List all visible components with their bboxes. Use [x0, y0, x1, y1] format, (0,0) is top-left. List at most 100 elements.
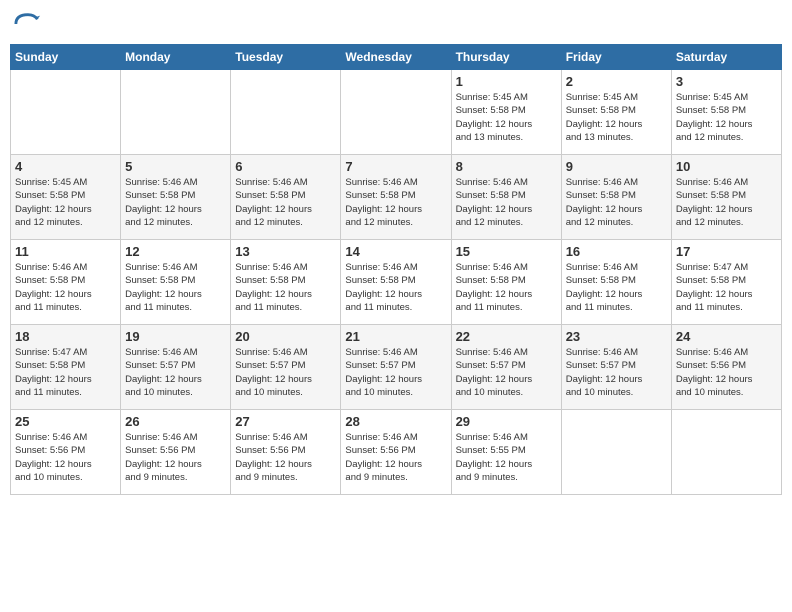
calendar-cell: 15 Sunrise: 5:46 AM Sunset: 5:58 PM Dayli…	[451, 240, 561, 325]
calendar-cell	[231, 70, 341, 155]
day-number: 10	[676, 159, 777, 174]
day-number: 29	[456, 414, 557, 429]
weekday-header-sunday: Sunday	[11, 45, 121, 70]
calendar-week-row: 4Sunrise: 5:45 AM Sunset: 5:58 PM Daylig…	[11, 155, 782, 240]
day-info: Sunrise: 5:46 AM Sunset: 5:58 PM Dayligh…	[456, 176, 557, 229]
calendar-cell: 4Sunrise: 5:45 AM Sunset: 5:58 PM Daylig…	[11, 155, 121, 240]
day-number: 2	[566, 74, 667, 89]
calendar-cell: 24 Sunrise: 5:46 AM Sunset: 5:56 PM Dayli…	[671, 325, 781, 410]
day-info: Sunrise: 5:46 AM Sunset: 5:58 PM Dayligh…	[456, 261, 557, 314]
calendar-cell: 6 Sunrise: 5:46 AM Sunset: 5:58 PM Daylig…	[231, 155, 341, 240]
day-info: Sunrise: 5:46 AM Sunset: 5:56 PM Dayligh…	[345, 431, 446, 484]
day-number: 16	[566, 244, 667, 259]
day-info: Sunrise: 5:46 AM Sunset: 5:56 PM Dayligh…	[676, 346, 777, 399]
logo	[14, 10, 44, 38]
day-number: 13	[235, 244, 336, 259]
day-number: 24	[676, 329, 777, 344]
calendar-cell: 1 Sunrise: 5:45 AM Sunset: 5:58 PM Daylig…	[451, 70, 561, 155]
day-info: Sunrise: 5:46 AM Sunset: 5:58 PM Dayligh…	[235, 261, 336, 314]
calendar-week-row: 25 Sunrise: 5:46 AM Sunset: 5:56 PM Dayli…	[11, 410, 782, 495]
calendar-cell: 18 Sunrise: 5:47 AM Sunset: 5:58 PM Dayli…	[11, 325, 121, 410]
day-number: 15	[456, 244, 557, 259]
day-number: 12	[125, 244, 226, 259]
day-info: Sunrise: 5:46 AM Sunset: 5:58 PM Dayligh…	[345, 261, 446, 314]
day-info: Sunrise: 5:46 AM Sunset: 5:58 PM Dayligh…	[125, 176, 226, 229]
day-info: Sunrise: 5:46 AM Sunset: 5:56 PM Dayligh…	[15, 431, 116, 484]
calendar-cell: 21Sunrise: 5:46 AM Sunset: 5:57 PM Dayli…	[341, 325, 451, 410]
calendar-cell: 19 Sunrise: 5:46 AM Sunset: 5:57 PM Dayli…	[121, 325, 231, 410]
day-info: Sunrise: 5:45 AM Sunset: 5:58 PM Dayligh…	[676, 91, 777, 144]
day-number: 22	[456, 329, 557, 344]
day-number: 25	[15, 414, 116, 429]
day-info: Sunrise: 5:47 AM Sunset: 5:58 PM Dayligh…	[15, 346, 116, 399]
day-number: 28	[345, 414, 446, 429]
day-info: Sunrise: 5:46 AM Sunset: 5:55 PM Dayligh…	[456, 431, 557, 484]
weekday-header-wednesday: Wednesday	[341, 45, 451, 70]
day-number: 6	[235, 159, 336, 174]
calendar-cell	[341, 70, 451, 155]
day-info: Sunrise: 5:46 AM Sunset: 5:57 PM Dayligh…	[566, 346, 667, 399]
day-info: Sunrise: 5:46 AM Sunset: 5:57 PM Dayligh…	[125, 346, 226, 399]
calendar-cell: 25 Sunrise: 5:46 AM Sunset: 5:56 PM Dayli…	[11, 410, 121, 495]
day-number: 27	[235, 414, 336, 429]
day-info: Sunrise: 5:46 AM Sunset: 5:58 PM Dayligh…	[125, 261, 226, 314]
calendar-cell: 10 Sunrise: 5:46 AM Sunset: 5:58 PM Dayli…	[671, 155, 781, 240]
calendar-week-row: 18 Sunrise: 5:47 AM Sunset: 5:58 PM Dayli…	[11, 325, 782, 410]
day-info: Sunrise: 5:46 AM Sunset: 5:58 PM Dayligh…	[345, 176, 446, 229]
calendar-table: SundayMondayTuesdayWednesdayThursdayFrid…	[10, 44, 782, 495]
day-number: 23	[566, 329, 667, 344]
day-number: 5	[125, 159, 226, 174]
day-number: 8	[456, 159, 557, 174]
day-number: 19	[125, 329, 226, 344]
calendar-cell: 22 Sunrise: 5:46 AM Sunset: 5:57 PM Dayli…	[451, 325, 561, 410]
page-header	[10, 10, 782, 38]
calendar-cell: 23 Sunrise: 5:46 AM Sunset: 5:57 PM Dayli…	[561, 325, 671, 410]
day-number: 18	[15, 329, 116, 344]
calendar-cell	[561, 410, 671, 495]
weekday-header-friday: Friday	[561, 45, 671, 70]
calendar-cell: 27 Sunrise: 5:46 AM Sunset: 5:56 PM Dayli…	[231, 410, 341, 495]
day-info: Sunrise: 5:46 AM Sunset: 5:58 PM Dayligh…	[566, 176, 667, 229]
calendar-cell: 16 Sunrise: 5:46 AM Sunset: 5:58 PM Dayli…	[561, 240, 671, 325]
day-number: 4	[15, 159, 116, 174]
calendar-cell	[11, 70, 121, 155]
calendar-cell: 11Sunrise: 5:46 AM Sunset: 5:58 PM Dayli…	[11, 240, 121, 325]
weekday-header-thursday: Thursday	[451, 45, 561, 70]
calendar-cell: 14 Sunrise: 5:46 AM Sunset: 5:58 PM Dayli…	[341, 240, 451, 325]
calendar-cell: 29 Sunrise: 5:46 AM Sunset: 5:55 PM Dayli…	[451, 410, 561, 495]
calendar-cell: 20Sunrise: 5:46 AM Sunset: 5:57 PM Dayli…	[231, 325, 341, 410]
calendar-week-row: 11Sunrise: 5:46 AM Sunset: 5:58 PM Dayli…	[11, 240, 782, 325]
calendar-cell	[671, 410, 781, 495]
day-info: Sunrise: 5:46 AM Sunset: 5:56 PM Dayligh…	[125, 431, 226, 484]
calendar-cell: 8 Sunrise: 5:46 AM Sunset: 5:58 PM Daylig…	[451, 155, 561, 240]
weekday-header-row: SundayMondayTuesdayWednesdayThursdayFrid…	[11, 45, 782, 70]
day-info: Sunrise: 5:46 AM Sunset: 5:57 PM Dayligh…	[345, 346, 446, 399]
day-info: Sunrise: 5:46 AM Sunset: 5:58 PM Dayligh…	[676, 176, 777, 229]
calendar-week-row: 1 Sunrise: 5:45 AM Sunset: 5:58 PM Daylig…	[11, 70, 782, 155]
weekday-header-monday: Monday	[121, 45, 231, 70]
day-number: 26	[125, 414, 226, 429]
day-info: Sunrise: 5:46 AM Sunset: 5:58 PM Dayligh…	[566, 261, 667, 314]
calendar-cell: 9 Sunrise: 5:46 AM Sunset: 5:58 PM Daylig…	[561, 155, 671, 240]
day-info: Sunrise: 5:45 AM Sunset: 5:58 PM Dayligh…	[566, 91, 667, 144]
day-number: 1	[456, 74, 557, 89]
calendar-cell: 5 Sunrise: 5:46 AM Sunset: 5:58 PM Daylig…	[121, 155, 231, 240]
day-info: Sunrise: 5:45 AM Sunset: 5:58 PM Dayligh…	[456, 91, 557, 144]
calendar-cell: 3Sunrise: 5:45 AM Sunset: 5:58 PM Daylig…	[671, 70, 781, 155]
day-number: 14	[345, 244, 446, 259]
weekday-header-tuesday: Tuesday	[231, 45, 341, 70]
day-info: Sunrise: 5:47 AM Sunset: 5:58 PM Dayligh…	[676, 261, 777, 314]
calendar-cell: 13 Sunrise: 5:46 AM Sunset: 5:58 PM Dayli…	[231, 240, 341, 325]
day-number: 17	[676, 244, 777, 259]
calendar-cell: 28 Sunrise: 5:46 AM Sunset: 5:56 PM Dayli…	[341, 410, 451, 495]
day-number: 20	[235, 329, 336, 344]
calendar-cell: 26 Sunrise: 5:46 AM Sunset: 5:56 PM Dayli…	[121, 410, 231, 495]
day-number: 9	[566, 159, 667, 174]
calendar-cell: 2 Sunrise: 5:45 AM Sunset: 5:58 PM Daylig…	[561, 70, 671, 155]
day-info: Sunrise: 5:46 AM Sunset: 5:58 PM Dayligh…	[235, 176, 336, 229]
weekday-header-saturday: Saturday	[671, 45, 781, 70]
day-info: Sunrise: 5:46 AM Sunset: 5:56 PM Dayligh…	[235, 431, 336, 484]
day-info: Sunrise: 5:46 AM Sunset: 5:57 PM Dayligh…	[456, 346, 557, 399]
calendar-cell: 17 Sunrise: 5:47 AM Sunset: 5:58 PM Dayli…	[671, 240, 781, 325]
calendar-cell: 12 Sunrise: 5:46 AM Sunset: 5:58 PM Dayli…	[121, 240, 231, 325]
